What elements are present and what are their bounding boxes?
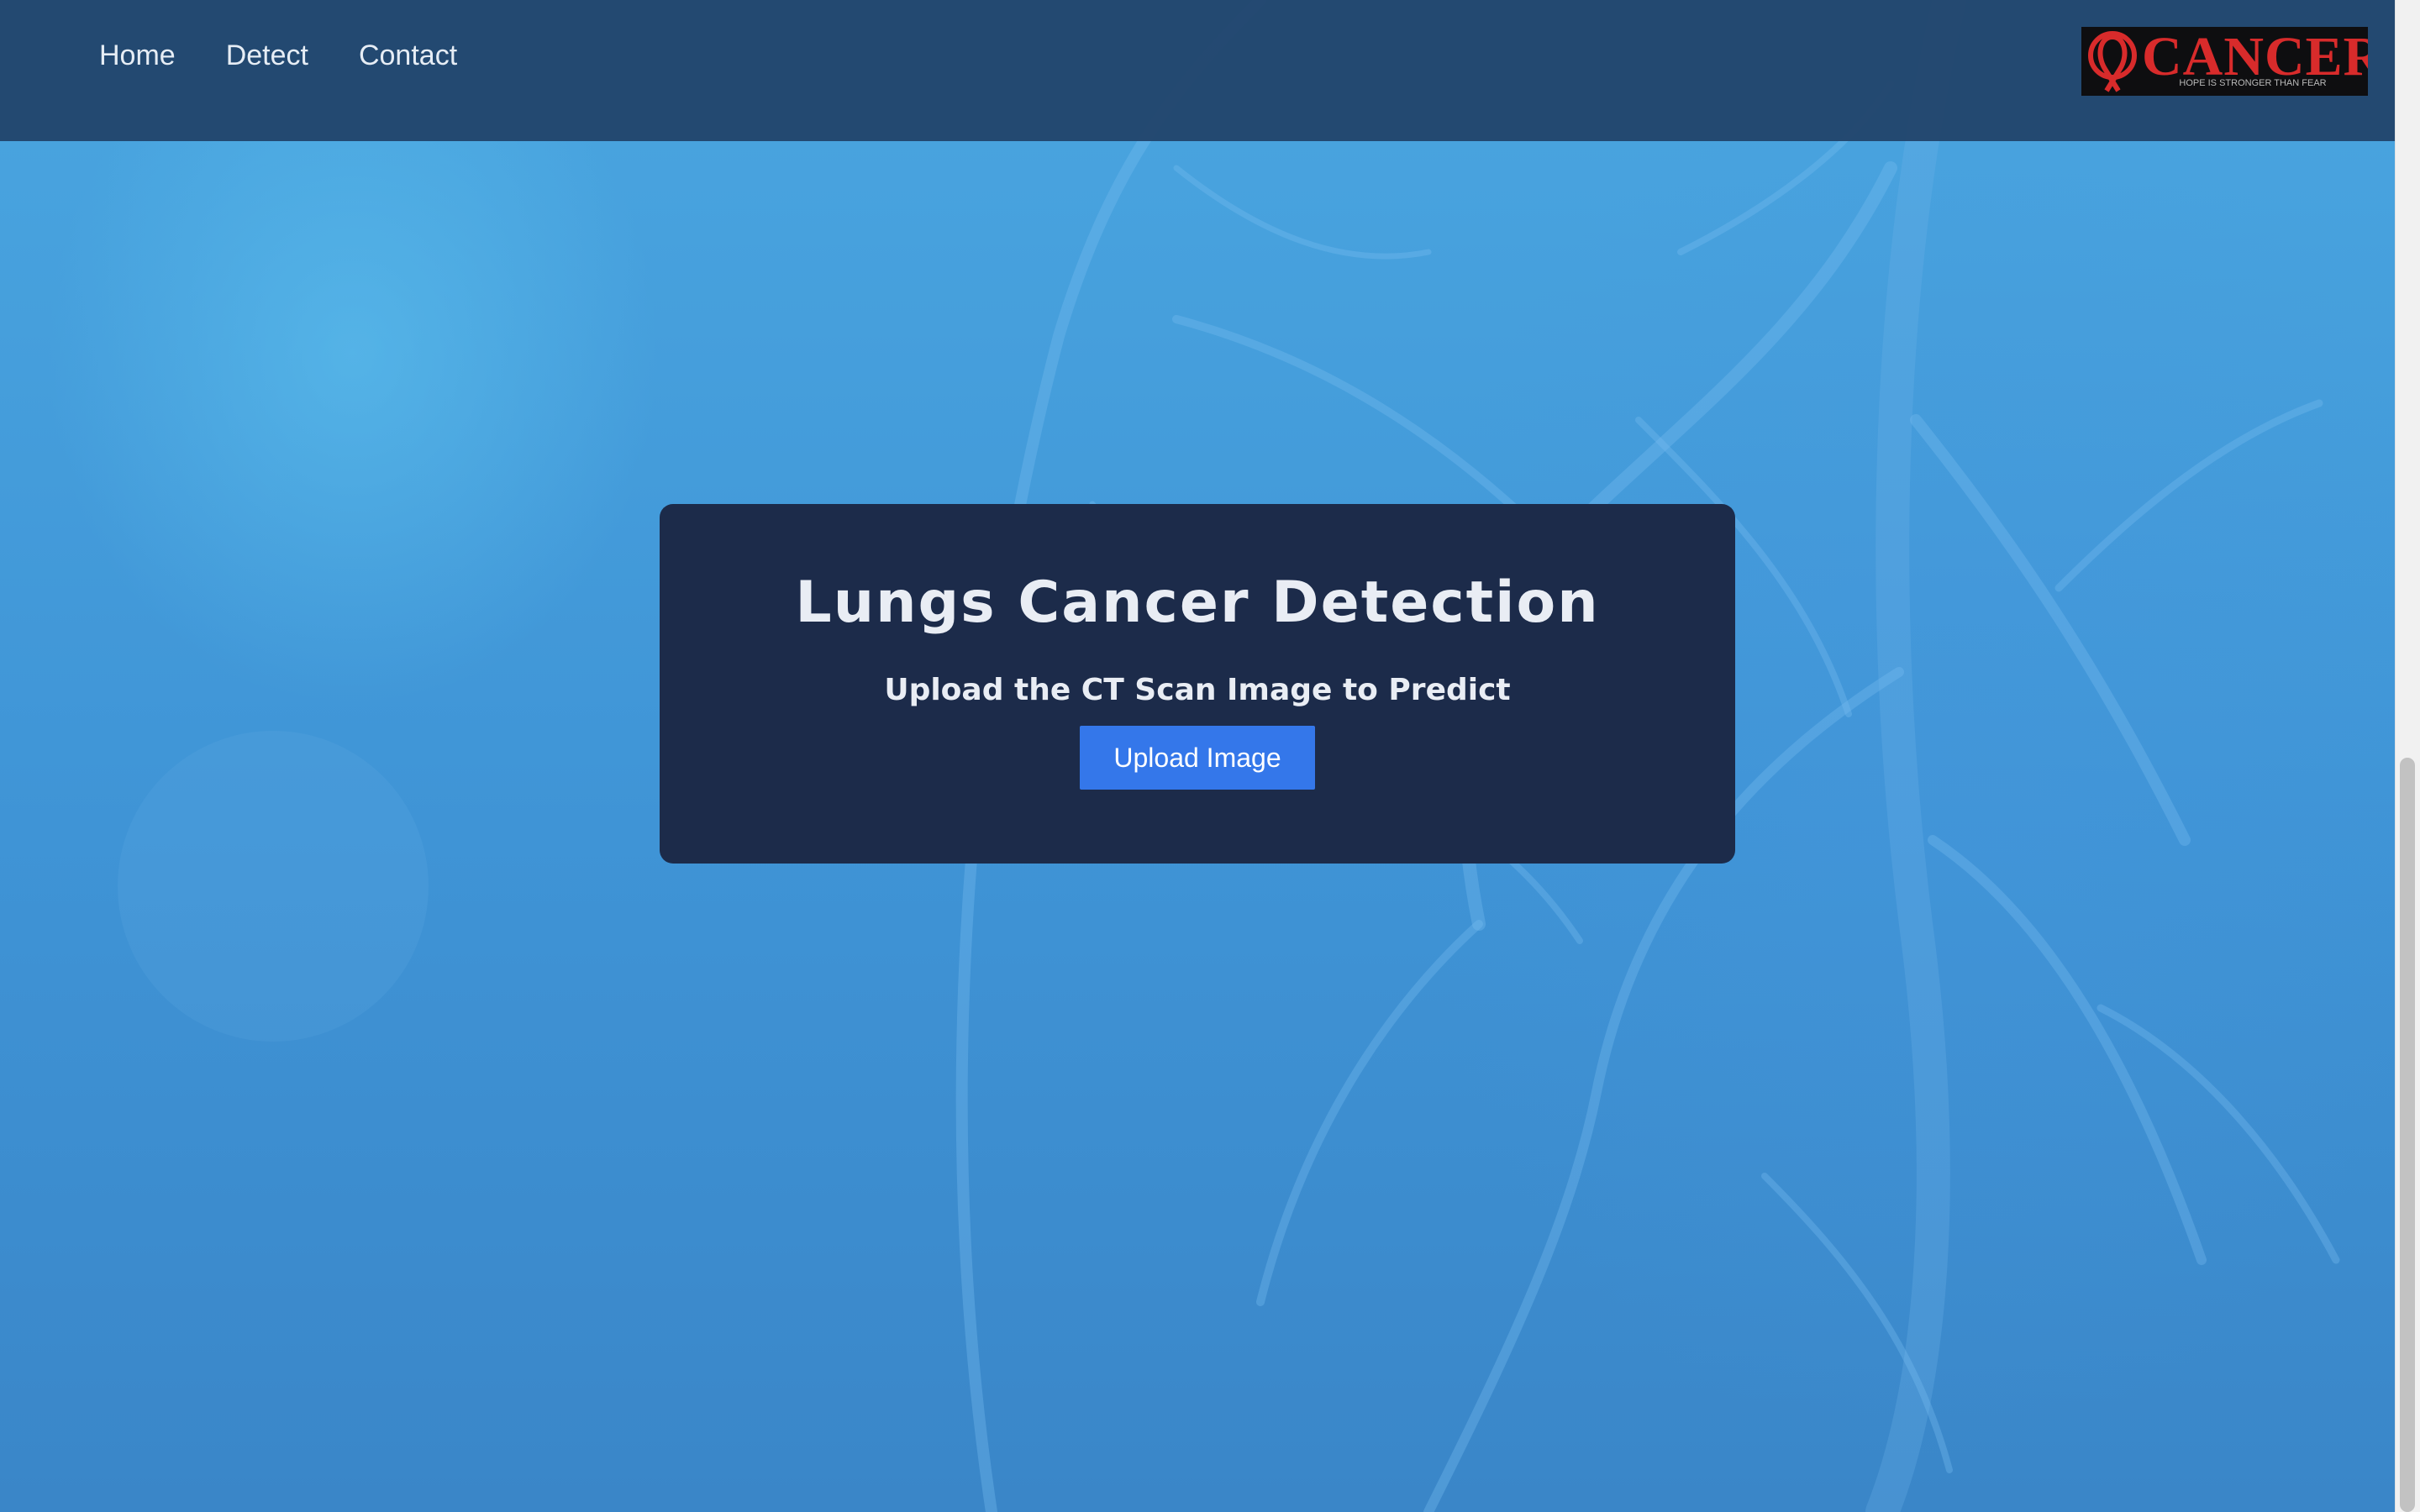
nav-menu: Home Detect Contact <box>99 39 457 72</box>
cancer-logo[interactable]: CANCER HOPE IS STRONGER THAN FEAR <box>2081 27 2368 96</box>
top-navbar: Home Detect Contact CANCER HOPE IS STRON… <box>0 0 2395 141</box>
nav-link-detect[interactable]: Detect <box>226 39 308 72</box>
awareness-ribbon-icon <box>2088 31 2137 92</box>
upload-image-button[interactable]: Upload Image <box>1080 726 1315 790</box>
upload-instructions: Upload the CT Scan Image to Predict <box>884 673 1511 707</box>
detection-card: Lungs Cancer Detection Upload the CT Sca… <box>660 504 1735 864</box>
scrollbar-thumb[interactable] <box>2400 758 2415 1512</box>
logo-tagline: HOPE IS STRONGER THAN FEAR <box>2179 78 2327 88</box>
page-title: Lungs Cancer Detection <box>795 570 1600 636</box>
nav-link-contact[interactable]: Contact <box>359 39 457 72</box>
nav-link-home[interactable]: Home <box>99 39 176 72</box>
